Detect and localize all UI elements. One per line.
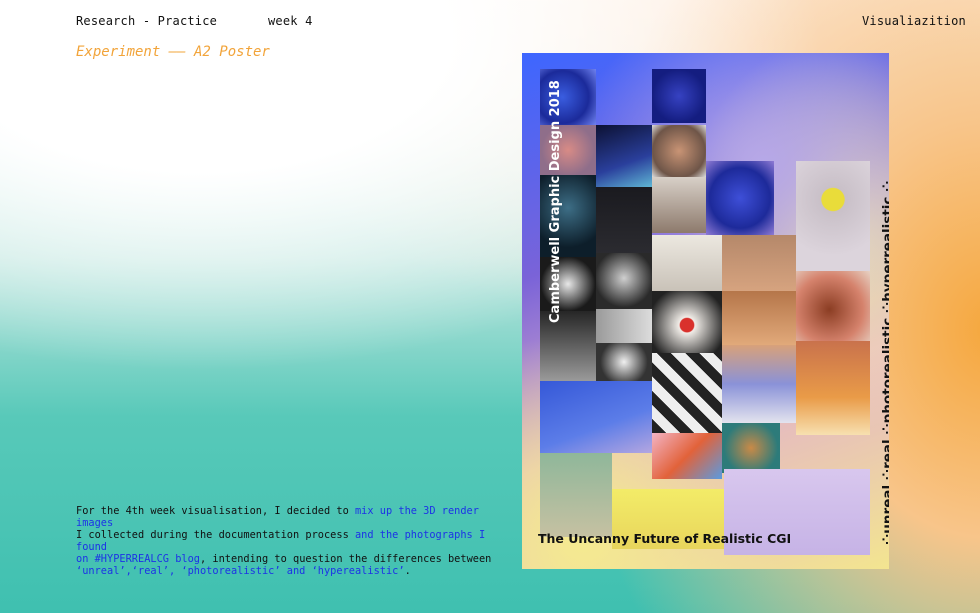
tile-vases — [652, 235, 722, 291]
page-subtitle: Experiment —— A2 Poster — [76, 44, 270, 60]
tile-figure — [652, 177, 706, 233]
tile-checker-sphere — [652, 353, 722, 433]
tile-bust-sculpture — [652, 125, 706, 177]
tile-wire-pyramid — [722, 235, 796, 291]
tile-orange-room — [722, 291, 796, 345]
body-text-3: , intending to question the differences … — [200, 553, 492, 565]
poster-bottom-title: The Uncanny Future of Realistic CGI — [538, 531, 792, 546]
poster-vertical-terms: ⁘unreal ⁘real ⁘photorealistic ⁘hyperreal… — [880, 181, 889, 545]
description-paragraph: For the 4th week visualisation, I decide… — [76, 505, 496, 577]
tile-tomato-plate — [652, 291, 722, 353]
tile-corridor — [722, 345, 796, 423]
tile-blue-crystal — [706, 161, 774, 235]
tile-toast-plate — [722, 423, 780, 473]
tile-bubbles — [596, 343, 652, 381]
tile-blue-objects-2 — [652, 69, 706, 123]
tile-grey-faces — [596, 309, 652, 343]
header-section-title: Research - Practice — [76, 14, 218, 28]
body-text-2: I collected during the documentation pro… — [76, 529, 355, 541]
tile-pink-sculpture — [596, 187, 652, 253]
header-week-label: week 4 — [268, 14, 313, 28]
tile-blue-geometry — [540, 381, 652, 453]
body-text-4: . — [404, 565, 411, 577]
tile-blue-objects — [596, 125, 652, 187]
tile-portrait — [596, 253, 652, 309]
header-page-title: Visualiazition — [862, 14, 966, 28]
body-link-3: on #HYPERREALCG blog — [76, 553, 200, 565]
tile-hair-render — [796, 271, 870, 341]
tile-cushions — [652, 433, 722, 479]
body-text-1: For the 4th week visualisation, I decide… — [76, 505, 355, 517]
poster-vertical-title: Camberwell Graphic Design 2018 — [548, 80, 563, 323]
tile-orange-still — [796, 341, 870, 435]
tile-balloon — [796, 161, 870, 271]
poster-image: Camberwell Graphic Design 2018 ⁘unreal ⁘… — [522, 53, 889, 569]
body-link-4: ‘unreal’,‘real’, ‘photorealistic’ and ‘h… — [76, 565, 405, 577]
tile-stacked-rings — [540, 453, 612, 537]
